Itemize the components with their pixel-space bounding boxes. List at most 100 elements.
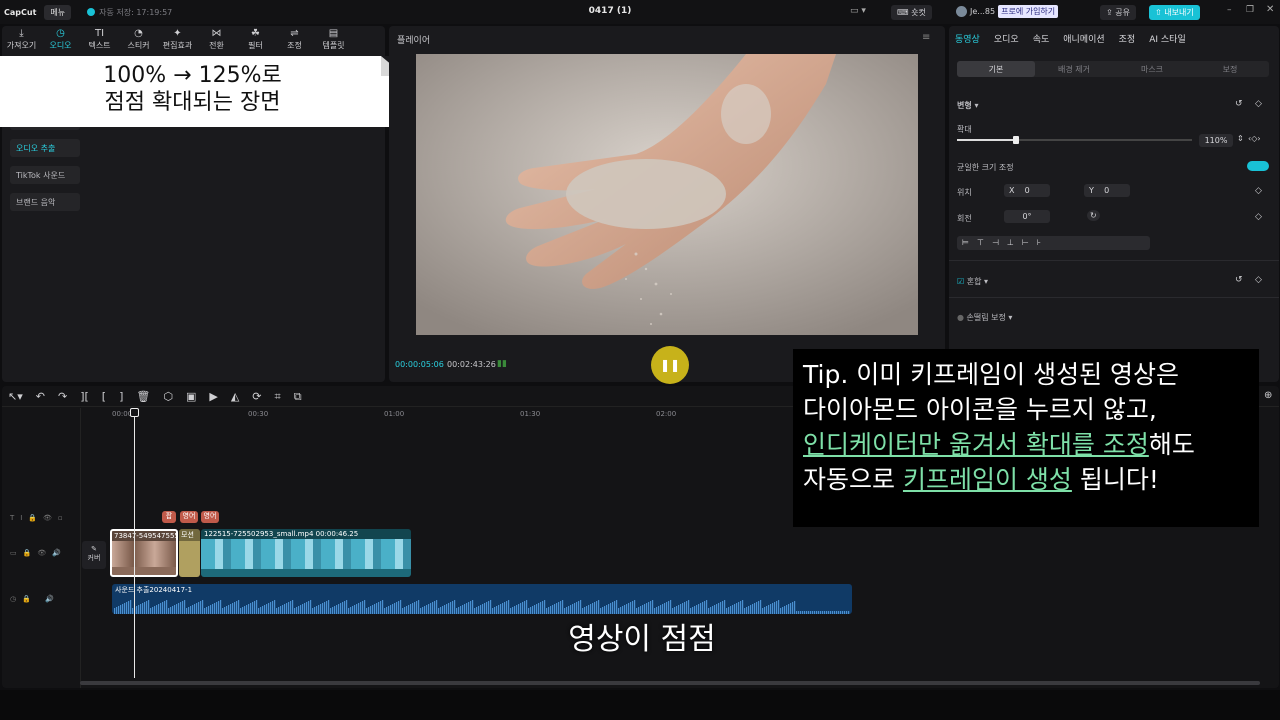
checkbox-checked-icon[interactable]: ☑ <box>957 277 964 286</box>
text-track-controls[interactable]: TI🔒👁▫ <box>10 514 69 522</box>
stabilize-label: 손떨림 보정 <box>966 313 1006 322</box>
rotate-clip-icon[interactable]: ⟳ <box>252 390 261 404</box>
props-tab-5[interactable]: AI 스타일 <box>1149 32 1186 45</box>
text-clip[interactable]: 영어 <box>180 511 198 523</box>
audio-category-list: 저작권오디오 추출TikTok 사운드브랜드 음악 <box>10 118 80 220</box>
media-tab-8[interactable]: ▤ 템플릿 <box>314 26 353 54</box>
media-tab-2[interactable]: TI 텍스트 <box>80 26 119 54</box>
split-left-icon[interactable]: [ <box>102 390 106 404</box>
audio-meter-icon: ▮▮ <box>497 359 507 369</box>
crop-icon[interactable]: ⌗ <box>275 390 281 404</box>
pro-join-button[interactable]: 프로에 가입하기 <box>998 5 1059 18</box>
media-tab-7[interactable]: ⇌ 조정 <box>275 26 314 54</box>
video-clip[interactable]: 모션 <box>179 529 200 577</box>
props-tab-2[interactable]: 속도 <box>1033 32 1050 45</box>
user-menu[interactable]: Je...85 프로에 가입하기 <box>956 5 1059 18</box>
video-track-controls[interactable]: ▭🔒👁🔊 <box>10 549 67 557</box>
media-tab-1[interactable]: ◷ 오디오 <box>41 26 80 54</box>
layout-icon[interactable]: ▭ ▾ <box>850 6 866 16</box>
cover-button[interactable]: ✎ 커버 <box>82 541 106 569</box>
scale-slider-handle[interactable] <box>1013 136 1019 144</box>
video-clip[interactable]: 122515-725502953_small.mp4 00:00:46.25 <box>201 529 411 577</box>
side-item-2[interactable]: TikTok 사운드 <box>10 166 80 184</box>
media-tab-0[interactable]: ⤓ 가져오기 <box>2 26 41 54</box>
position-keyframe-icon[interactable]: ◇ <box>1255 186 1262 196</box>
media-tab-5[interactable]: ⋈ 전환 <box>197 26 236 54</box>
clip-name: 73847-549547555 <box>112 531 178 541</box>
media-tab-6[interactable]: ☘ 필터 <box>236 26 275 54</box>
playhead-handle[interactable] <box>130 408 139 417</box>
project-title[interactable]: 0417 (1) <box>580 6 640 16</box>
share-button[interactable]: ⇪ 공유 <box>1100 5 1136 20</box>
split-right-icon[interactable]: ] <box>119 390 123 404</box>
annotation-line-1: 100% → 125%로 <box>103 63 282 88</box>
zoom-in-icon[interactable]: ⊕ <box>1264 390 1272 401</box>
reverse-icon[interactable]: ▶ <box>209 390 217 404</box>
rotation-input[interactable]: 0° <box>1004 210 1050 223</box>
audio-track-controls[interactable]: ◷🔒 🔊 <box>10 595 60 603</box>
rotation-keyframe-icon[interactable]: ◇ <box>1255 212 1262 222</box>
mirror-icon[interactable]: ◭ <box>231 390 239 404</box>
restore-icon[interactable]: ❐ <box>1246 5 1254 15</box>
shortcut-button[interactable]: ⌨ 숏컷 <box>891 5 932 20</box>
export-label: 내보내기 <box>1164 8 1194 17</box>
player-menu-icon[interactable]: ≡ <box>922 32 930 43</box>
undo-icon[interactable]: ↶ <box>36 390 45 404</box>
checkbox-icon[interactable]: ● <box>957 313 964 322</box>
redo-icon[interactable]: ↷ <box>58 390 67 404</box>
scale-slider[interactable] <box>957 136 1192 144</box>
props-tab-4[interactable]: 조정 <box>1119 32 1136 45</box>
ruler-tick-label: 01:00 <box>384 410 405 418</box>
props-tab-0[interactable]: 동영상 <box>955 32 980 45</box>
timeline-scrollbar[interactable] <box>80 681 1260 685</box>
props-subtab-1[interactable]: 배경 제거 <box>1035 61 1113 77</box>
auto-reframe-icon[interactable]: ⧉ <box>294 390 302 404</box>
media-tab-3[interactable]: ◔ 스티커 <box>119 26 158 54</box>
position-x-input[interactable]: X 0 <box>1004 184 1050 197</box>
align-buttons[interactable]: ⊨⊤⊣⊥⊢⊦ <box>957 236 1150 250</box>
props-subtab-3[interactable]: 보정 <box>1191 61 1269 77</box>
y-label: Y <box>1089 186 1094 195</box>
x-label: X <box>1009 186 1015 195</box>
close-icon[interactable]: ✕ <box>1266 4 1274 15</box>
section-transform[interactable]: 변형 ▾ <box>957 100 979 111</box>
tip-line-2: 다이아몬드 아이콘을 누르지 않고, <box>803 395 1157 424</box>
main-menu-button[interactable]: 메뉴 <box>44 4 72 20</box>
media-tab-icon: ◔ <box>134 28 143 39</box>
keyframe-nav-icon[interactable]: ‹◇› <box>1248 134 1261 143</box>
props-tab-3[interactable]: 애니메이션 <box>1063 32 1104 45</box>
split-icon[interactable]: ][ <box>80 390 89 404</box>
position-y-input[interactable]: Y 0 <box>1084 184 1130 197</box>
side-item-3[interactable]: 브랜드 음악 <box>10 193 80 211</box>
tip-line-1: Tip. 이미 키프레임이 생성된 영상은 <box>803 360 1180 389</box>
scale-value-input[interactable]: 110% <box>1199 134 1233 147</box>
video-preview[interactable] <box>416 54 918 335</box>
blend-keyframe-icon[interactable]: ◇ <box>1255 275 1262 285</box>
export-button[interactable]: ⇧ 내보내기 <box>1149 5 1200 20</box>
blend-reset-icon[interactable]: ↺ <box>1235 275 1243 285</box>
props-subtab-0[interactable]: 기본 <box>957 61 1035 77</box>
media-tab-4[interactable]: ✦ 편집효과 <box>158 26 197 54</box>
text-clip[interactable]: 영어 <box>201 511 219 523</box>
props-tab-1[interactable]: 오디오 <box>994 32 1019 45</box>
playhead[interactable] <box>130 408 139 678</box>
minimize-icon[interactable]: – <box>1227 5 1232 15</box>
uniform-scale-toggle[interactable] <box>1247 161 1269 171</box>
blend-section[interactable]: ☑ 혼합 ▾ <box>957 276 988 287</box>
video-clip-selected[interactable]: 73847-549547555 <box>110 529 178 577</box>
marker-icon[interactable]: ⬡ <box>163 390 173 404</box>
select-tool-icon[interactable]: ↖▾ <box>8 390 23 404</box>
keyframe-diamond-icon[interactable]: ◇ <box>1255 99 1262 109</box>
delete-icon[interactable]: 🗑 <box>136 390 150 404</box>
media-tab-icon: ⋈ <box>211 28 222 39</box>
rotation-label: 회전 <box>957 214 972 223</box>
stabilize-section[interactable]: ● 손떨림 보정 ▾ <box>957 312 1012 323</box>
reset-icon[interactable]: ↺ <box>1235 99 1243 109</box>
text-clip[interactable]: 팝 <box>162 511 176 523</box>
side-item-1[interactable]: 오디오 추출 <box>10 139 80 157</box>
stepper-icon[interactable]: ⇕ <box>1237 134 1244 143</box>
play-pause-button[interactable]: ❚❚ <box>651 346 689 384</box>
props-subtab-2[interactable]: 마스크 <box>1113 61 1191 77</box>
rotate-icon[interactable]: ↻ <box>1087 210 1100 221</box>
freeze-icon[interactable]: ▣ <box>186 390 196 404</box>
